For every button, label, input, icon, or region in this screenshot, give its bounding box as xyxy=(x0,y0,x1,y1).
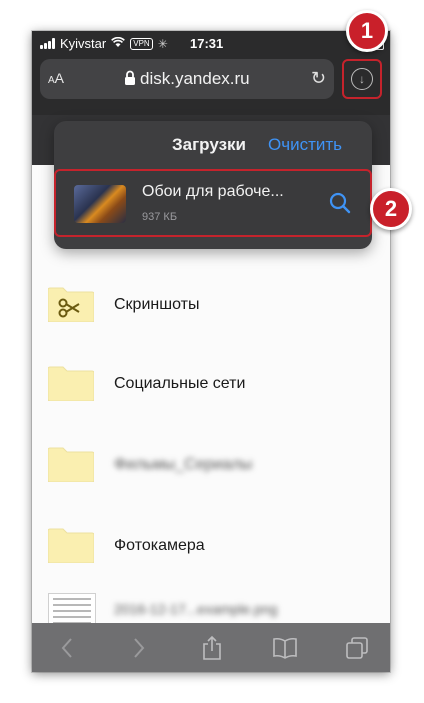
download-thumbnail xyxy=(74,185,126,223)
file-name: Фильмы_Сериалы xyxy=(114,456,253,473)
url-text[interactable]: disk.yandex.ru xyxy=(140,69,250,89)
download-icon: ↓ xyxy=(351,68,373,90)
address-bar: AA disk.yandex.ru ↻ ↓ xyxy=(32,55,390,115)
status-time: 17:31 xyxy=(190,36,224,51)
url-field[interactable]: AA disk.yandex.ru ↻ xyxy=(40,59,334,99)
activity-spinner-icon: ✳ xyxy=(157,36,168,51)
forward-icon[interactable] xyxy=(124,633,154,663)
status-left: Kyivstar VPN ✳ xyxy=(40,36,168,51)
list-item[interactable]: Скриншоты xyxy=(32,276,390,356)
download-item[interactable]: Обои для рабоче... 937 КБ xyxy=(54,169,372,237)
list-item[interactable]: Фотокамера xyxy=(32,519,390,599)
vpn-badge: VPN xyxy=(130,37,153,50)
list-item[interactable]: Социальные сети xyxy=(32,357,390,437)
wifi-icon xyxy=(111,36,126,51)
popover-title: Загрузки xyxy=(172,135,246,154)
lock-icon xyxy=(124,70,138,87)
tabs-icon[interactable] xyxy=(342,633,372,663)
carrier-name: Kyivstar xyxy=(60,36,107,51)
bookmarks-icon[interactable] xyxy=(270,633,300,663)
text-size-button[interactable]: AA xyxy=(48,70,64,86)
folder-icon xyxy=(48,447,94,482)
back-icon[interactable] xyxy=(52,633,82,663)
phone-screen: Kyivstar VPN ✳ 17:31 AA disk.yandex.ru ↻… xyxy=(32,31,390,672)
callout-badge-1: 1 xyxy=(346,10,388,52)
signal-icon xyxy=(40,38,55,49)
folder-scissors-icon xyxy=(48,287,94,322)
bottom-toolbar xyxy=(32,623,390,672)
search-icon[interactable] xyxy=(328,191,352,215)
callout-badge-2: 2 xyxy=(370,188,412,230)
share-icon[interactable] xyxy=(197,633,227,663)
folder-icon xyxy=(48,366,94,401)
downloads-popover: Загрузки Очистить Обои для рабоче... 937… xyxy=(54,121,372,249)
folder-icon xyxy=(48,528,94,563)
file-name[interactable]: 2016-12-17...example.png xyxy=(114,601,277,617)
file-name: Социальные сети xyxy=(114,375,246,392)
list-item[interactable]: Фильмы_Сериалы xyxy=(32,438,390,518)
downloads-button[interactable]: ↓ xyxy=(342,59,382,99)
file-name: Скриншоты xyxy=(114,296,200,313)
download-name: Обои для рабоче... xyxy=(142,183,284,200)
reload-icon[interactable]: ↻ xyxy=(311,68,326,89)
file-name: Фотокамера xyxy=(114,537,205,554)
download-size: 937 КБ xyxy=(142,211,178,223)
status-bar: Kyivstar VPN ✳ 17:31 xyxy=(32,31,390,55)
clear-button[interactable]: Очистить xyxy=(268,135,342,155)
